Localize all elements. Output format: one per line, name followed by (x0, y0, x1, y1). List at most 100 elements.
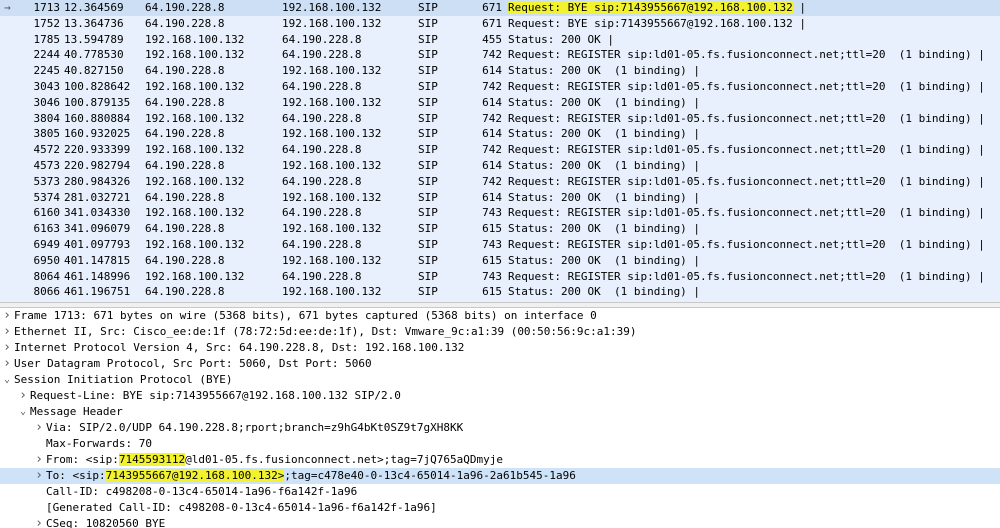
packet-info: Status: 200 OK (1 binding) | (508, 190, 700, 206)
packet-row[interactable]: 1752 13.364736 64.190.228.8 192.168.100.132… (0, 16, 1000, 32)
packet-time: 12.364569 (64, 1, 124, 14)
collapsed-arrow-icon[interactable]: › (2, 340, 12, 356)
packet-row[interactable]: 5373 280.984326 192.168.100.132 64.190.228.… (0, 174, 1000, 190)
packet-info-text: Status: 200 OK | (508, 32, 614, 46)
collapsed-arrow-icon[interactable]: › (18, 388, 28, 404)
highlighted-text: 7143955667@192.168.100.132> (105, 469, 285, 482)
packet-info: Request: BYE sip:7143955667@192.168.100.… (508, 0, 806, 16)
packet-row[interactable]: 5374 281.032721 64.190.228.8 192.168.100.13… (0, 190, 1000, 206)
detail-tree-item[interactable]: › Frame 1713: 671 bytes on wire (5368 bit… (0, 308, 1000, 324)
packet-row[interactable]: 3805 160.932025 64.190.228.8 192.168.100.13… (0, 126, 1000, 142)
detail-tree-item[interactable]: › Request-Line: BYE sip:7143955667@192.16… (0, 388, 1000, 404)
detail-text-segment: Ethernet II, Src: Cisco_ee:de:1f (78:72:… (14, 325, 637, 338)
packet-info-text: Status: 200 OK (1 binding) | (508, 285, 701, 299)
packet-destination: 64.190.228.8 (282, 48, 362, 62)
detail-tree-item[interactable]: [Generated Call-ID: c498208-0-13c4-65014… (0, 500, 1000, 516)
detail-tree-item[interactable]: › To: <sip:7143955667@192.168.100.132>;ta… (0, 468, 1000, 484)
packet-row[interactable]: 3046 100.879135 64.190.228.8 192.168.100.13… (0, 95, 1000, 111)
packet-info-text: Request: REGISTER sip:ld01-05.fs.fusionc… (508, 79, 985, 93)
packet-destination: 192.168.100.132 (282, 95, 382, 109)
collapsed-arrow-icon[interactable]: › (34, 468, 44, 484)
expanded-arrow-icon[interactable]: ⌄ (18, 404, 28, 420)
detail-text-segment: [Generated Call-ID: c498208-0-13c4-65014… (46, 501, 437, 514)
packet-row[interactable]: 3804 160.880884 192.168.100.132 64.190.228.… (0, 111, 1000, 127)
detail-text: [Generated Call-ID: c498208-0-13c4-65014… (46, 500, 437, 516)
packet-length: 742 (482, 111, 502, 125)
packet-row[interactable]: 4572 220.933399 192.168.100.132 64.190.228.… (0, 142, 1000, 158)
packet-length: 671 (482, 16, 502, 30)
collapsed-arrow-icon[interactable]: › (34, 516, 44, 528)
detail-tree-item[interactable]: Call-ID: c498208-0-13c4-65014-1a96-f6a14… (0, 484, 1000, 500)
packet-row[interactable]: 2245 40.827150 64.190.228.8 192.168.100.132… (0, 63, 1000, 79)
detail-tree-item[interactable]: ⌄ Message Header (0, 404, 1000, 420)
packet-row[interactable]: 6163 341.096079 64.190.228.8 192.168.100.13… (0, 221, 1000, 237)
packet-row[interactable]: 2244 40.778530 192.168.100.132 64.190.228.8… (0, 47, 1000, 63)
packet-info: Request: REGISTER sip:ld01-05.fs.fusionc… (508, 142, 985, 158)
packet-info: Status: 200 OK (1 binding) | (508, 95, 700, 111)
packet-destination: 192.168.100.132 (282, 285, 382, 299)
packet-length: 615 (482, 285, 502, 299)
packet-info-text: Status: 200 OK (1 binding) | (508, 190, 701, 204)
packet-row[interactable]: 3043 100.828642 192.168.100.132 64.190.228.… (0, 79, 1000, 95)
related-packet-arrow-icon: → (4, 1, 11, 14)
detail-tree-item[interactable]: › User Datagram Protocol, Src Port: 5060,… (0, 356, 1000, 372)
packet-info: Request: REGISTER sip:ld01-05.fs.fusionc… (508, 174, 985, 190)
detail-tree-item[interactable]: › Ethernet II, Src: Cisco_ee:de:1f (78:72… (0, 324, 1000, 340)
packet-number: 1785 (33, 32, 61, 46)
packet-destination: 64.190.228.8 (282, 111, 362, 125)
packet-row[interactable]: 6950 401.147815 64.190.228.8 192.168.100.13… (0, 253, 1000, 269)
packet-info: Request: REGISTER sip:ld01-05.fs.fusionc… (508, 111, 985, 127)
detail-tree-item[interactable]: ⌄ Session Initiation Protocol (BYE) (0, 372, 1000, 388)
packet-source: 192.168.100.132 (145, 269, 245, 283)
packet-row-selected[interactable]: → 1713 12.364569 64.190.228.8 192.168.100.13… (0, 0, 1000, 16)
collapsed-arrow-icon[interactable]: › (2, 308, 12, 324)
packet-length: 742 (482, 143, 502, 157)
packet-protocol: SIP (418, 285, 438, 299)
packet-row[interactable]: 6949 401.097793 192.168.100.132 64.190.228.… (0, 237, 1000, 253)
packet-source: 64.190.228.8 (145, 190, 225, 204)
packet-info-text: Status: 200 OK (1 binding) | (508, 64, 701, 78)
packet-info-text: Request: BYE sip:7143955667@192.168.100.… (508, 16, 807, 30)
collapsed-arrow-icon[interactable]: › (34, 452, 44, 468)
packet-number: 1713 (33, 1, 61, 14)
packet-source: 64.190.228.8 (145, 16, 225, 30)
packet-info-text: Request: REGISTER sip:ld01-05.fs.fusionc… (508, 143, 985, 157)
packet-destination: 192.168.100.132 (282, 1, 382, 14)
collapsed-arrow-icon[interactable]: › (2, 324, 12, 340)
packet-source: 192.168.100.132 (145, 79, 245, 93)
collapsed-arrow-icon[interactable]: › (2, 356, 12, 372)
packet-length: 743 (482, 206, 502, 220)
packet-list[interactable]: → 1713 12.364569 64.190.228.8 192.168.100.13… (0, 0, 1000, 302)
packet-protocol: SIP (418, 111, 438, 125)
packet-length: 614 (482, 95, 502, 109)
packet-time: 40.827150 (64, 64, 124, 78)
packet-length: 742 (482, 79, 502, 93)
packet-row[interactable]: 4573 220.982794 64.190.228.8 192.168.100.13… (0, 158, 1000, 174)
packet-source: 64.190.228.8 (145, 253, 225, 267)
detail-tree-item[interactable]: › From: <sip:7145593112@ld01-05.fs.fusion… (0, 452, 1000, 468)
packet-details-tree[interactable]: › Frame 1713: 671 bytes on wire (5368 bit… (0, 308, 1000, 528)
packet-row[interactable]: 8064 461.148996 192.168.100.132 64.190.228.… (0, 269, 1000, 285)
packet-time: 100.828642 (64, 79, 131, 93)
packet-time: 281.032721 (64, 190, 131, 204)
packet-info: Request: BYE sip:7143955667@192.168.100.… (508, 16, 806, 32)
packet-destination: 64.190.228.8 (282, 143, 362, 157)
packet-row[interactable]: 1785 13.594789 192.168.100.132 64.190.228.8… (0, 32, 1000, 48)
packet-number: 6160 (33, 206, 61, 220)
detail-text: From: <sip:7145593112@ld01-05.fs.fusionc… (46, 452, 503, 468)
packet-info: Request: REGISTER sip:ld01-05.fs.fusionc… (508, 237, 985, 253)
packet-row[interactable]: 8066 461.196751 64.190.228.8 192.168.100.13… (0, 284, 1000, 300)
detail-tree-item[interactable]: › CSeq: 10820560 BYE (0, 516, 1000, 528)
detail-tree-item[interactable]: › Internet Protocol Version 4, Src: 64.19… (0, 340, 1000, 356)
packet-protocol: SIP (418, 127, 438, 141)
collapsed-arrow-icon[interactable]: › (34, 420, 44, 436)
detail-tree-item[interactable]: Max-Forwards: 70 (0, 436, 1000, 452)
packet-time: 341.096079 (64, 222, 131, 236)
packet-info-text: Request: REGISTER sip:ld01-05.fs.fusionc… (508, 48, 985, 62)
packet-number: 4573 (33, 158, 61, 172)
packet-row[interactable]: 6160 341.034330 192.168.100.132 64.190.228.… (0, 205, 1000, 221)
packet-destination: 192.168.100.132 (282, 16, 382, 30)
expanded-arrow-icon[interactable]: ⌄ (2, 372, 12, 388)
detail-tree-item[interactable]: › Via: SIP/2.0/UDP 64.190.228.8;rport;bra… (0, 420, 1000, 436)
detail-text: Max-Forwards: 70 (46, 436, 152, 452)
